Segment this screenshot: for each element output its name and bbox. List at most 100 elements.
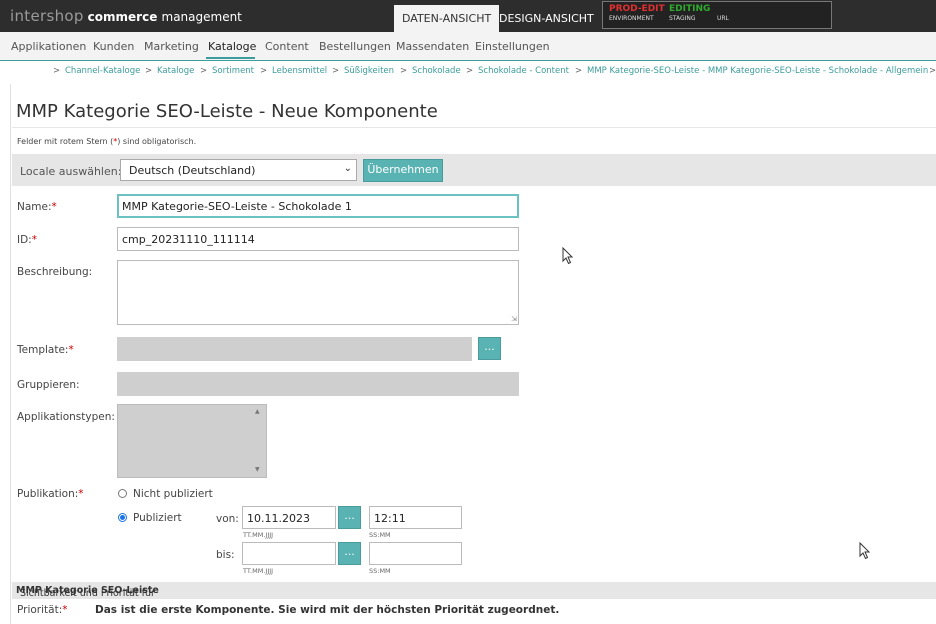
required-star: *: [68, 344, 74, 356]
breadcrumb-item[interactable]: Channel-Kataloge: [65, 66, 140, 76]
publication-label-text: Publikation:: [17, 488, 79, 500]
nav-item-marketing[interactable]: Marketing: [144, 40, 199, 53]
from-label: von:: [216, 513, 239, 525]
breadcrumb-item[interactable]: MMP Kategorie-SEO-Leiste - MMP Kategorie…: [587, 66, 928, 76]
app-logo[interactable]: intershop commerce management: [10, 7, 242, 25]
main-nav: Applikationen Kunden Marketing Kataloge …: [0, 32, 936, 61]
to-label: bis:: [216, 549, 235, 561]
priority-message: Das ist die erste Komponente. Sie wird m…: [95, 604, 560, 616]
app-types-label: Applikationstypen:: [17, 411, 115, 423]
template-label-text: Template:: [17, 344, 69, 356]
nav-item-einstellungen[interactable]: Einstellungen: [475, 40, 550, 53]
radio-published[interactable]: [118, 513, 127, 522]
from-date-input[interactable]: 10.11.2023: [242, 506, 336, 529]
mouse-cursor-icon: [562, 247, 574, 265]
from-time-hint: SS:MM: [369, 531, 391, 539]
breadcrumb-separator: >: [466, 66, 474, 76]
nav-item-kunden[interactable]: Kunden: [93, 40, 134, 53]
breadcrumb-item[interactable]: Schokolade: [412, 66, 461, 76]
template-label: Template:*: [17, 344, 74, 356]
top-bar: intershop commerce management DATEN-ANSIC…: [0, 0, 936, 32]
template-field: [117, 337, 472, 361]
group-label: Gruppieren:: [17, 379, 80, 391]
resize-grip-icon[interactable]: ⇲: [511, 315, 517, 323]
required-star: *: [62, 604, 68, 616]
environment-value: PROD-EDIT: [609, 4, 665, 14]
breadcrumb-item[interactable]: Lebensmittel: [272, 66, 327, 76]
breadcrumb-separator: >: [200, 66, 208, 76]
locale-select[interactable]: Deutsch (Deutschland) ⌄: [120, 159, 357, 181]
nav-item-applikationen[interactable]: Applikationen: [11, 40, 86, 53]
nav-item-bestellungen[interactable]: Bestellungen: [319, 40, 391, 53]
breadcrumb-separator: >: [929, 66, 936, 76]
mouse-cursor-icon: [859, 542, 871, 560]
nav-item-massendaten[interactable]: Massendaten: [396, 40, 469, 53]
logo-brand: intershop: [10, 7, 84, 25]
locale-selected-value: Deutsch (Deutschland): [129, 164, 256, 177]
id-label: ID:*: [17, 234, 37, 246]
scroll-up-icon[interactable]: ▲: [255, 408, 260, 415]
required-star: *: [51, 201, 57, 213]
visibility-header-text: Sichtbarkeit und Priorität für MMP Kateg…: [16, 585, 159, 599]
from-date-picker-button[interactable]: ...: [338, 506, 361, 529]
to-date-input[interactable]: [242, 542, 336, 565]
locale-bar: Locale auswählen: Deutsch (Deutschland) …: [12, 154, 936, 186]
required-star: *: [78, 488, 84, 500]
name-label: Name:*: [17, 201, 57, 213]
environment-box: PROD-EDIT ENVIRONMENT EDITING STAGING UR…: [602, 1, 832, 29]
staging-value: EDITING: [669, 4, 711, 14]
logo-name-light: management: [161, 10, 242, 24]
chevron-down-icon: ⌄: [343, 163, 352, 174]
id-input-value: cmp_20231110_111114: [122, 233, 255, 246]
environment-label: ENVIRONMENT: [609, 15, 654, 22]
app-types-listbox[interactable]: ▲ ▼: [117, 404, 267, 478]
environment-column: PROD-EDIT ENVIRONMENT: [609, 4, 665, 24]
breadcrumb-item[interactable]: Sortiment: [212, 66, 254, 76]
from-date-value: 10.11.2023: [247, 512, 310, 525]
group-field: [117, 372, 519, 396]
breadcrumb-separator: >: [575, 66, 583, 76]
visibility-section-header: Sichtbarkeit und Priorität für MMP Kateg…: [12, 582, 936, 599]
published-label: Publiziert: [133, 512, 182, 524]
publication-label: Publikation:*: [17, 488, 84, 500]
required-note-before: Felder mit rotem Stern (: [17, 137, 114, 146]
description-textarea[interactable]: ⇲: [117, 260, 519, 325]
required-note: Felder mit rotem Stern (*) sind obligato…: [17, 137, 196, 146]
locale-label: Locale auswählen:: [20, 165, 122, 178]
radio-not-published[interactable]: [118, 489, 127, 498]
id-label-text: ID:: [17, 234, 32, 246]
breadcrumb-separator: >: [53, 66, 61, 76]
to-time-hint: SS:MM: [369, 567, 391, 575]
to-date-hint: TT.MM.JJJJ: [243, 567, 274, 575]
tab-data-view[interactable]: DATEN-ANSICHT: [394, 5, 500, 32]
name-input[interactable]: MMP Kategorie-SEO-Leiste - Schokolade 1: [117, 194, 519, 218]
priority-label-text: Priorität:: [17, 604, 63, 616]
staging-label: STAGING: [669, 15, 696, 22]
staging-column: EDITING STAGING: [669, 4, 710, 24]
breadcrumb-separator: >: [332, 66, 340, 76]
template-select-button[interactable]: ...: [478, 337, 501, 360]
title-divider: [12, 127, 936, 128]
to-time-input[interactable]: [369, 542, 462, 565]
scroll-down-icon[interactable]: ▼: [255, 466, 260, 473]
nav-item-kataloge[interactable]: Kataloge: [208, 40, 256, 53]
breadcrumb-item[interactable]: Schokolade - Content: [478, 66, 569, 76]
required-note-after: ) sind obligatorisch.: [117, 137, 197, 146]
name-input-value: MMP Kategorie-SEO-Leiste - Schokolade 1: [122, 200, 352, 213]
id-input[interactable]: cmp_20231110_111114: [117, 227, 519, 251]
nav-item-content[interactable]: Content: [265, 40, 309, 53]
not-published-label: Nicht publiziert: [133, 488, 213, 500]
to-date-picker-button[interactable]: ...: [338, 542, 361, 565]
apply-locale-button[interactable]: Übernehmen: [363, 159, 443, 182]
page-title: MMP Kategorie SEO-Leiste - Neue Komponen…: [16, 101, 438, 122]
description-label: Beschreibung:: [17, 266, 93, 278]
tab-design-view[interactable]: DESIGN-ANSICHT: [491, 5, 602, 32]
from-date-hint: TT.MM.JJJJ: [243, 531, 274, 539]
breadcrumb-separator: >: [400, 66, 408, 76]
breadcrumb-item[interactable]: Süßigkeiten: [344, 66, 394, 76]
from-time-input[interactable]: 12:11: [369, 506, 462, 529]
url-column: URL: [717, 4, 729, 24]
breadcrumb-item[interactable]: Kataloge: [157, 66, 194, 76]
url-label: URL: [717, 15, 729, 22]
breadcrumb-separator: >: [260, 66, 268, 76]
